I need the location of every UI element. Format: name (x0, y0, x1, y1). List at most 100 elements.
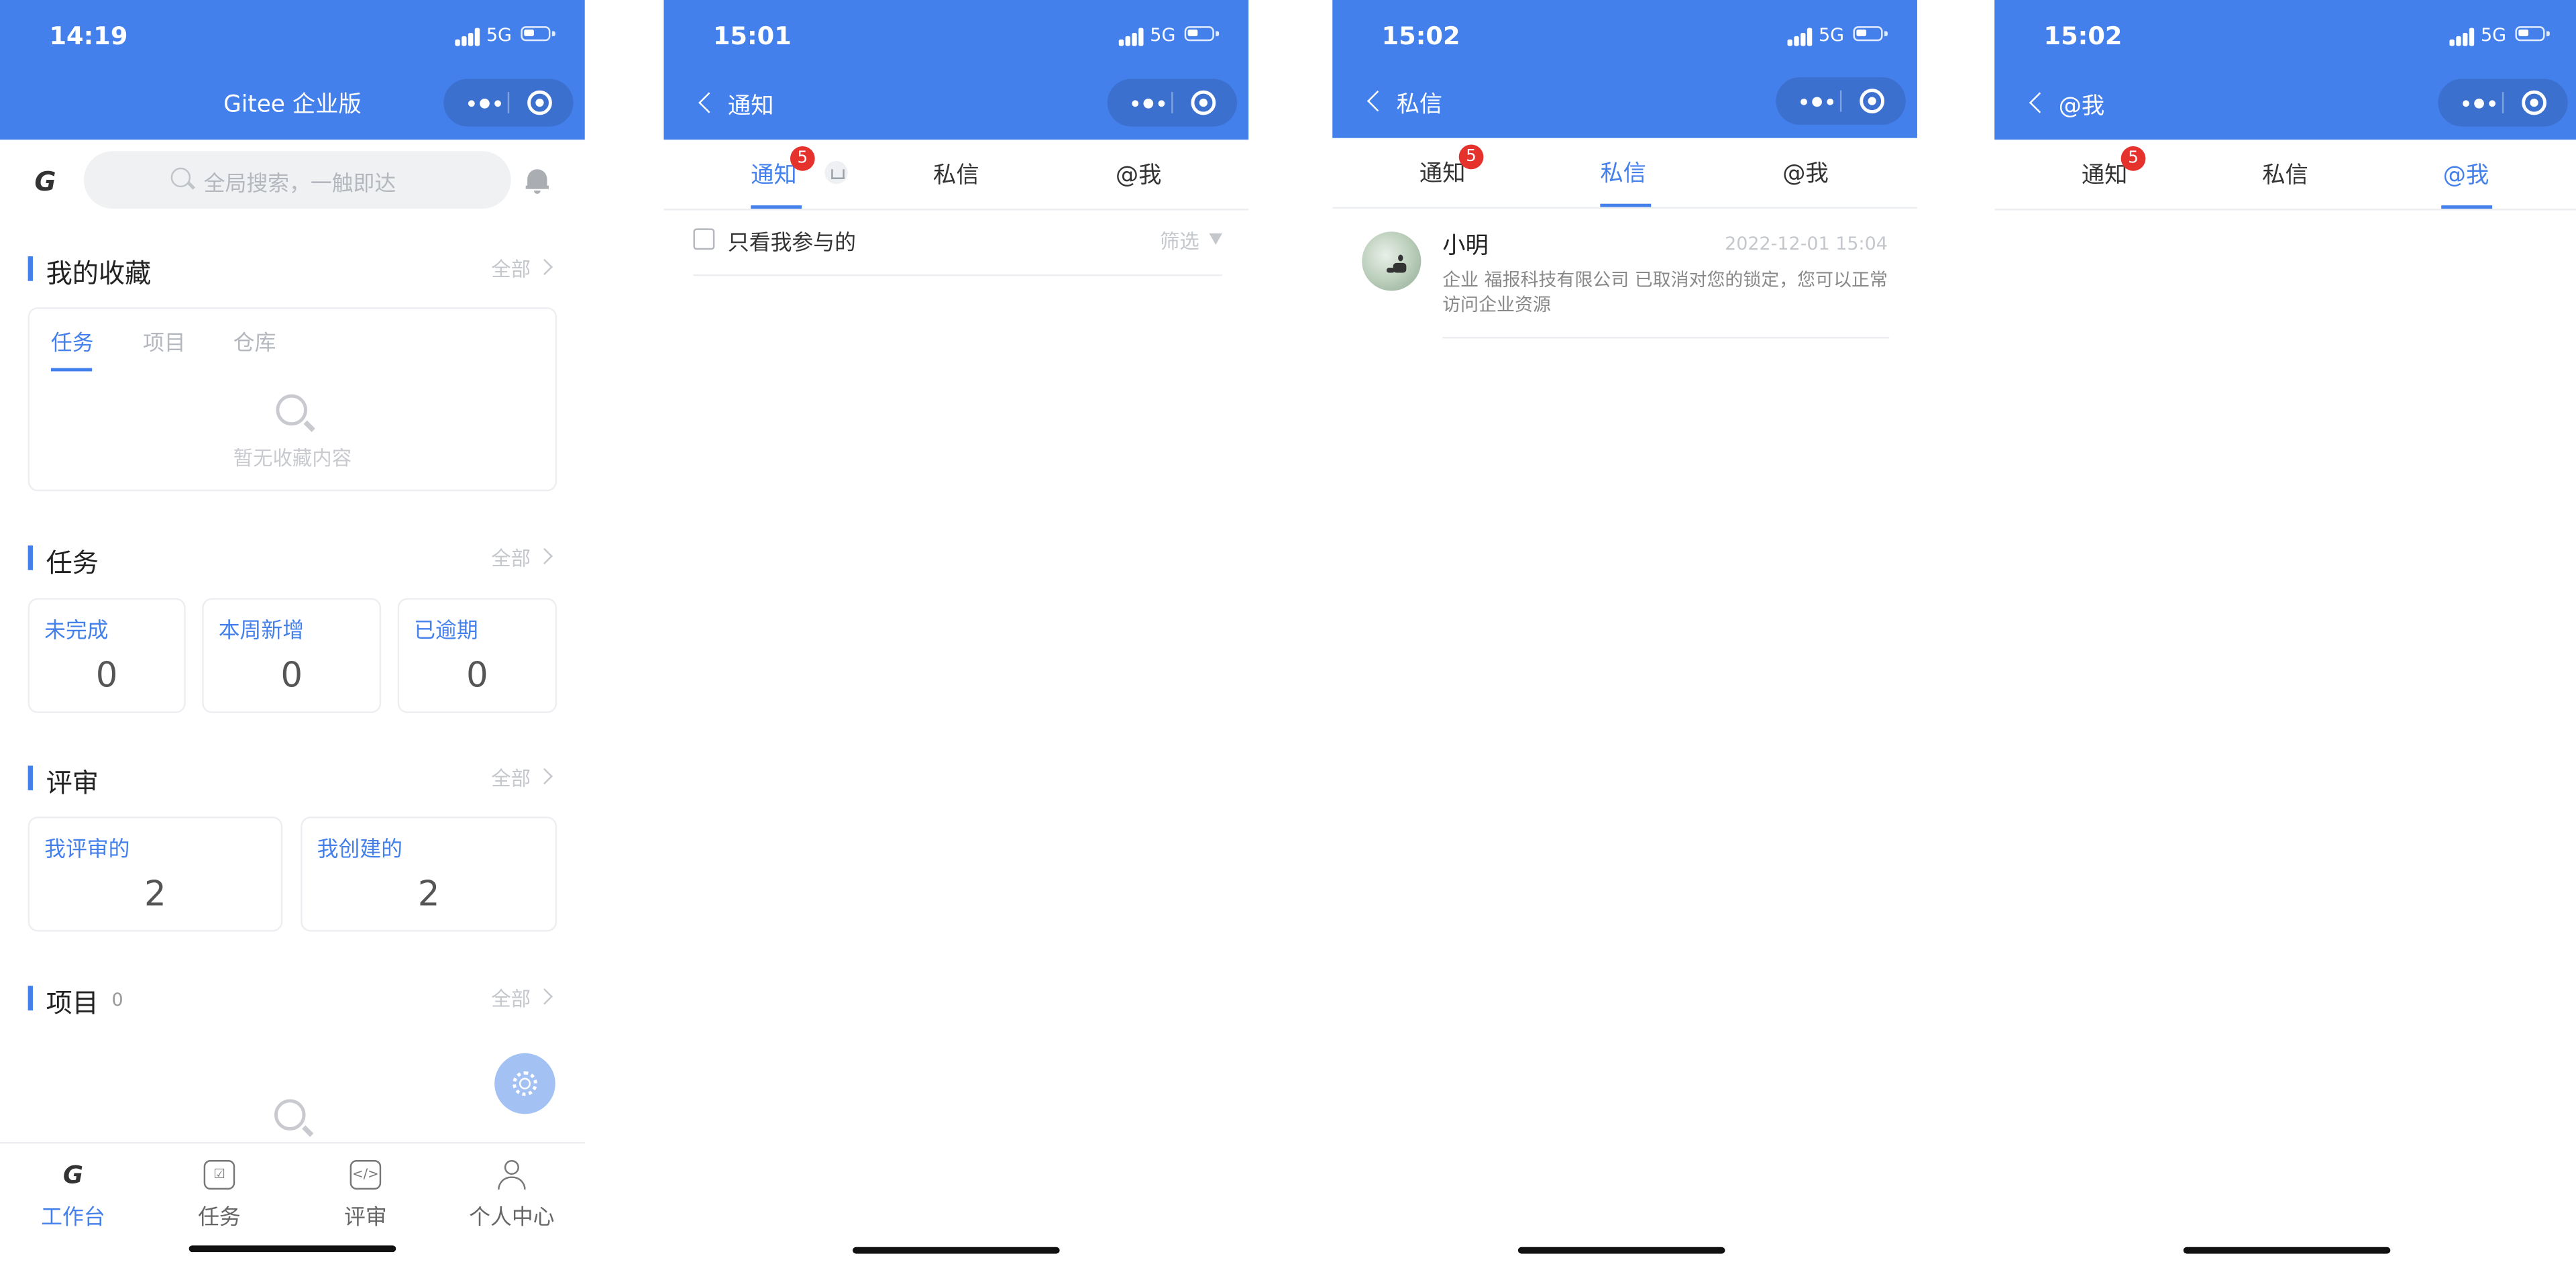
capsule-divider (1171, 92, 1173, 113)
status-time: 15:02 (2043, 21, 2123, 51)
search-row: G 全局搜索，一触即达 (0, 140, 585, 221)
nav-header: 14:19 5G Gitee 企业版 (0, 0, 585, 140)
capsule-divider (507, 92, 510, 113)
section-title: 评审 (46, 767, 99, 799)
empty-state-text: 暂无收藏内容 (233, 447, 352, 470)
status-time: 14:19 (49, 21, 128, 51)
close-miniprogram-icon[interactable] (1191, 90, 1216, 115)
tab-private-messages[interactable]: 私信 (933, 158, 979, 191)
section-marker (28, 766, 33, 790)
chevron-left-icon (1366, 91, 1389, 112)
code-review-icon: </> (350, 1159, 382, 1190)
section-marker (28, 256, 33, 281)
stat-card-incomplete[interactable]: 未完成 0 (28, 598, 186, 713)
battery-icon (2515, 26, 2550, 42)
stat-value: 0 (466, 655, 488, 695)
tab-private-messages[interactable]: 私信 (1600, 156, 1646, 189)
stat-value: 0 (95, 655, 118, 695)
message-sender[interactable]: 小明 (1442, 228, 1489, 261)
home-indicator (1517, 1247, 1725, 1254)
tab-notifications[interactable]: 通知 (2082, 158, 2128, 191)
section-marker (28, 986, 33, 1011)
stat-card-created-by-me[interactable]: 我创建的 2 (301, 817, 557, 932)
search-placeholder: 全局搜索，一触即达 (203, 172, 396, 197)
avatar[interactable] (1362, 231, 1421, 291)
bell-icon[interactable] (525, 168, 549, 194)
tab-label: 工作台 (41, 1206, 105, 1231)
tasks-section-header: 任务 全部 (28, 541, 557, 578)
only-mine-checkbox[interactable] (693, 228, 715, 250)
tab-profile[interactable]: 个人中心 (439, 1144, 585, 1243)
stat-card-reviewed-by-me[interactable]: 我评审的 2 (28, 817, 283, 932)
favorites-tab-repos[interactable]: 仓库 (233, 325, 276, 357)
stat-card-new-this-week[interactable]: 本周新增 0 (202, 598, 382, 713)
active-tab-underline (50, 368, 93, 372)
message-tabs: 通知 私信 @我 (663, 140, 1249, 211)
chevron-right-icon (536, 768, 553, 785)
message-tabs: 通知 私信 @我 (1994, 140, 2576, 211)
message-body[interactable]: 企业 福报科技有限公司 已取消对您的锁定，您可以正常访问企业资源 (1442, 268, 1889, 317)
home-indicator (853, 1247, 1060, 1254)
mentions-screen: 15:02 5G @我 通知 私信 @我 5 (1994, 0, 2576, 1264)
battery-icon (1853, 26, 1888, 42)
nav-header: 15:02 5G 私信 (1332, 0, 1917, 138)
close-miniprogram-icon[interactable] (2522, 90, 2546, 115)
miniprogram-capsule (1107, 78, 1238, 127)
section-marker (28, 545, 33, 570)
unread-badge: 5 (790, 146, 815, 171)
close-miniprogram-icon[interactable] (527, 90, 552, 115)
more-icon[interactable] (1124, 79, 1173, 127)
tab-tasks[interactable]: ☑ 任务 (146, 1144, 292, 1243)
favorites-tab-tasks[interactable]: 任务 (51, 325, 94, 357)
tab-mentions[interactable]: @我 (1116, 158, 1162, 191)
stat-label: 未完成 (44, 619, 109, 645)
view-all-link[interactable]: 全部 (491, 544, 531, 572)
filter-icon (1209, 233, 1223, 245)
active-tab-underline (2441, 205, 2493, 209)
chevron-right-icon (536, 258, 553, 276)
stat-value: 0 (280, 655, 303, 695)
stat-card-overdue[interactable]: 已逾期 0 (397, 598, 557, 713)
workbench-screen: 14:19 5G Gitee 企业版 G 全局搜索，一触即达 我的收藏 全部 任… (0, 0, 585, 1264)
stat-value: 2 (417, 874, 440, 914)
clear-unread-icon[interactable] (824, 161, 848, 185)
back-title: @我 (2058, 93, 2105, 120)
task-list-icon: ☑ (203, 1159, 235, 1190)
view-all-link[interactable]: 全部 (491, 984, 531, 1012)
filter-button[interactable]: 筛选 (1160, 227, 1199, 255)
close-miniprogram-icon[interactable] (1860, 89, 1885, 113)
project-count: 0 (111, 989, 123, 1011)
more-icon[interactable] (1792, 77, 1841, 125)
tab-notifications[interactable]: 通知 (1419, 156, 1466, 189)
chevron-left-icon (698, 92, 720, 113)
active-tab-underline (1600, 203, 1652, 207)
back-title: 私信 (1396, 92, 1443, 119)
favorites-card: 任务 项目 仓库 暂无收藏内容 (28, 307, 557, 492)
tab-mentions[interactable]: @我 (1782, 156, 1829, 189)
list-divider (1442, 337, 1890, 339)
signal-icon (455, 28, 481, 46)
signal-icon (1787, 28, 1814, 46)
miniprogram-capsule (2438, 78, 2568, 127)
nav-header: 15:02 5G @我 (1994, 0, 2576, 140)
unread-badge: 5 (2121, 146, 2146, 171)
view-all-link[interactable]: 全部 (491, 255, 531, 283)
network-label: 5G (1819, 24, 1845, 46)
tab-mentions[interactable]: @我 (2443, 158, 2489, 191)
private-messages-screen: 15:02 5G 私信 通知 私信 @我 5 小明 2022-12-01 15:… (1332, 0, 1917, 1264)
search-input[interactable]: 全局搜索，一触即达 (83, 151, 511, 209)
tab-private-messages[interactable]: 私信 (2262, 158, 2308, 191)
bottom-tab-bar: G 工作台 ☑ 任务 </> 评审 个人中心 (0, 1142, 585, 1264)
tab-notifications[interactable]: 通知 (751, 158, 797, 191)
miniprogram-capsule (443, 78, 574, 127)
more-icon[interactable] (2455, 79, 2504, 127)
favorites-tab-projects[interactable]: 项目 (143, 325, 186, 357)
stat-label: 我创建的 (317, 837, 403, 863)
stat-label: 本周新增 (218, 619, 305, 645)
view-all-link[interactable]: 全部 (491, 764, 531, 792)
tab-workbench[interactable]: G 工作台 (0, 1144, 146, 1243)
tab-reviews[interactable]: </> 评审 (292, 1144, 439, 1243)
settings-fab[interactable] (494, 1053, 555, 1114)
section-title: 任务 (46, 547, 99, 579)
more-icon[interactable] (460, 79, 509, 127)
